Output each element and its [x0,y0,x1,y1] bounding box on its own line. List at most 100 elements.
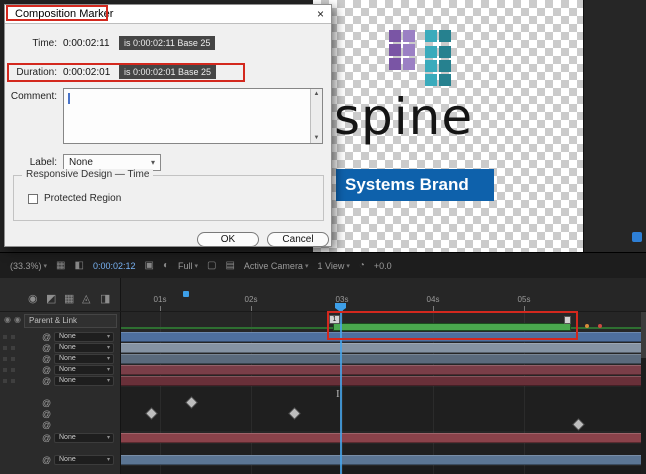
pickwhip-icon[interactable]: @ [42,398,51,408]
chevron-down-icon: ▾ [346,262,350,270]
pickwhip-icon[interactable]: @ [42,420,51,430]
duration-value[interactable]: 0:00:02:01 [63,67,110,78]
parent-dropdown-value: None [59,366,76,374]
snapshot-icon[interactable]: ▣ [144,260,153,271]
exposure-gauge-icon[interactable]: ◔ [359,260,365,271]
marker-flag[interactable]: 1 [329,315,340,324]
pixel-aspect-icon[interactable]: ◧ [74,260,83,271]
view-layout-select[interactable]: 1 View ▾ [317,261,349,271]
time-value[interactable]: 0:00:02:11 [63,38,110,49]
dialog-title: Composition Marker [15,8,113,20]
protected-region-checkbox[interactable] [28,194,38,204]
layer-switch[interactable] [11,357,15,361]
layer-bar[interactable] [121,343,646,353]
draft-3d-icon[interactable]: ◩ [46,292,56,305]
logo-mosaic-square [403,58,415,70]
layer-bar[interactable] [121,354,646,364]
scroll-up-icon[interactable]: ▲ [314,91,320,97]
motion-blur-icon[interactable]: ◨ [100,292,110,305]
layer-switch[interactable] [3,379,7,383]
layer-switch[interactable] [11,368,15,372]
pickwhip-icon[interactable]: @ [42,332,51,342]
channels-icon[interactable]: ◐ [163,260,169,271]
exposure-value[interactable]: +0.0 [374,261,392,271]
parent-dropdown[interactable]: None ▾ [54,332,114,342]
protected-region-label: Protected Region [44,193,121,204]
composition-marker-duration-bar[interactable] [333,323,571,331]
pickwhip-icon[interactable]: @ [42,354,51,364]
pickwhip-icon[interactable]: @ [42,343,51,353]
parent-dropdown[interactable]: None ▾ [54,343,114,353]
parent-dropdown[interactable]: None ▾ [54,354,114,364]
flowchart-icon[interactable]: ◉ [28,292,38,305]
close-icon[interactable]: × [317,7,324,21]
layer-switch[interactable] [3,357,7,361]
after-effects-window: spine Systems Brand Composition Marker ×… [0,0,646,474]
parent-dropdown-value: None [59,456,76,464]
responsive-design-group: Responsive Design — Time Protected Regio… [13,175,324,221]
current-time-indicator[interactable] [340,311,342,474]
cancel-button[interactable]: Cancel [267,232,329,247]
layer-bar[interactable] [121,332,646,342]
layer-switch[interactable] [3,346,7,350]
logo-mosaic-square [403,30,415,42]
layer-bar[interactable] [121,433,646,443]
parent-dropdown-value: None [59,355,76,363]
layer-switch[interactable] [11,335,15,339]
parent-dropdown[interactable]: None ▾ [54,376,114,386]
av-column-icon: ◉ [4,315,11,324]
viewer-toolbar: (33.3%) ▾ ▦ ◧ 0:00:02:12 ▣ ◐ Full ▾ ▢ ▤ … [0,252,646,278]
logo-mosaic-square [439,30,451,42]
pickwhip-icon[interactable]: @ [42,365,51,375]
chevron-down-icon: ▾ [107,333,110,341]
brand-bar: Systems Brand [336,169,494,201]
chevron-down-icon: ▾ [151,155,155,170]
time-label: Time: [5,38,57,49]
pickwhip-icon[interactable]: @ [42,455,51,465]
panel-gutter [583,0,646,252]
resolution-select[interactable]: Full ▾ [178,261,198,271]
region-of-interest-icon[interactable]: ▢ [207,260,216,271]
panel-indicator-icon[interactable] [632,232,642,242]
logo-wordmark: spine [334,88,473,146]
pickwhip-icon[interactable]: @ [42,433,51,443]
logo-mosaic-square [389,44,401,56]
layer-switch[interactable] [3,368,7,372]
comment-scrollbar[interactable]: ▲ ▼ [310,89,322,143]
comment-textarea[interactable]: ▲ ▼ [63,88,323,144]
ok-button[interactable]: OK [197,232,259,247]
bottom-band [121,466,646,474]
layer-switch[interactable] [11,379,15,383]
timeline-scrollbar-thumb[interactable] [641,312,646,358]
magnification-select[interactable]: (33.3%) ▾ [10,261,47,271]
logo-mosaic-square [439,46,451,58]
marker-end-handle[interactable] [564,316,571,324]
ruler-label: 04s [420,295,446,304]
shy-layers-icon[interactable]: ▦ [64,292,74,305]
layer-bar[interactable] [121,455,646,465]
ruler-marker[interactable] [183,291,189,297]
parent-dropdown[interactable]: None ▾ [54,455,114,465]
parent-dropdown[interactable]: None ▾ [54,365,114,375]
logo-mosaic-square [425,30,437,42]
chevron-down-icon: ▾ [195,262,199,270]
layer-bar[interactable] [121,365,646,375]
camera-select[interactable]: Active Camera ▾ [244,261,309,271]
parent-dropdown-value: None [59,434,76,442]
grid-guides-icon[interactable]: ▦ [56,260,65,271]
logo-mosaic-square [425,74,437,86]
layer-switch[interactable] [11,346,15,350]
ruler-label: 01s [147,295,173,304]
pickwhip-icon[interactable]: @ [42,376,51,386]
pickwhip-icon[interactable]: @ [42,409,51,419]
chevron-down-icon: ▾ [305,262,309,270]
layer-switch[interactable] [3,335,7,339]
timecode-display[interactable]: 0:00:02:12 [93,261,136,271]
layer-bar[interactable] [121,376,646,386]
transparency-grid-icon[interactable]: ▤ [225,260,234,271]
parent-dropdown[interactable]: None ▾ [54,433,114,443]
scroll-down-icon[interactable]: ▼ [314,135,320,141]
dialog-title-bar: Composition Marker × [5,5,331,24]
frame-blend-icon[interactable]: ◬ [82,292,90,305]
marker-dot [585,324,589,328]
